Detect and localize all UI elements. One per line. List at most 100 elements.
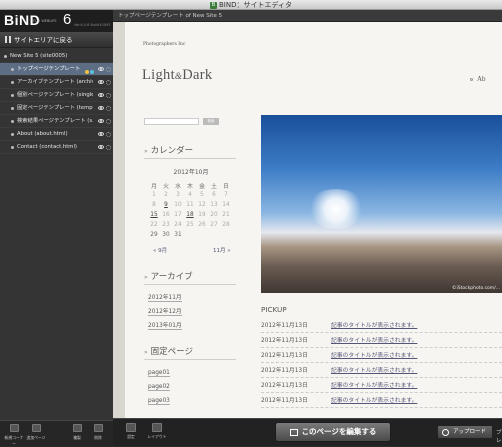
sidebar-item-label: 検索結果ページテンプレート (s... — [17, 118, 93, 124]
back-button-label: サイトエリアに戻る — [14, 36, 73, 44]
layout-button[interactable]: レイアウト — [145, 423, 169, 440]
gear-icon[interactable] — [106, 145, 111, 150]
status-dots — [84, 67, 94, 75]
brand-version: 6 — [63, 11, 72, 28]
calendar-day: 14 — [222, 202, 230, 208]
visibility-eye-icon[interactable] — [98, 67, 104, 71]
calendar-prev-link[interactable]: « 9月 — [153, 246, 167, 254]
window-title: BIND：サイトエディタ — [218, 1, 292, 9]
sidebar-item-search-template[interactable]: 検索結果ページテンプレート (s... — [0, 115, 113, 128]
archive-link[interactable]: 2012年11月 — [148, 292, 182, 302]
search-input[interactable] — [144, 118, 199, 125]
search-button[interactable]: 検索 — [203, 118, 219, 125]
archive-link[interactable]: 2012年12月 — [148, 306, 182, 316]
brand-subtitle: FOR WEBLIFE — [33, 19, 57, 23]
page-tree: New Site 5 (site0005) トップページテンプレート アーカイブ… — [0, 50, 113, 154]
sidebar-item-site[interactable]: New Site 5 (site0005) — [0, 50, 113, 63]
calendar-title: カレンダー — [144, 144, 194, 156]
archive-link[interactable]: 2013年01月 — [148, 320, 182, 330]
sidebar-item-label: New Site 5 (site0005) — [10, 53, 68, 59]
sidebar-item-archive-template[interactable]: アーカイブテンプレート (archiv... — [0, 76, 113, 89]
pickup-link[interactable]: 記事のタイトルが表示されます。 — [331, 335, 417, 344]
gear-icon[interactable] — [106, 93, 111, 98]
editor-area: トップページテンプレート of New Site 5 Photographers… — [113, 10, 502, 446]
gear-icon[interactable] — [106, 119, 111, 124]
edit-page-button[interactable]: このページを編集する — [275, 422, 391, 442]
fixed-pages-title: 固定ページ — [144, 345, 193, 357]
calendar-day-link[interactable]: 18 — [184, 210, 196, 220]
calendar-day-link[interactable]: 15 — [148, 210, 160, 220]
calendar-next-link[interactable]: 11月 » — [213, 246, 231, 254]
visibility-eye-icon[interactable] — [98, 106, 104, 110]
sidebar-item-single-template[interactable]: 個別ページテンプレート (single... — [0, 89, 113, 102]
gear-icon[interactable] — [106, 67, 111, 72]
calendar-day: 21 — [222, 212, 230, 218]
logo-word-light: Light — [142, 67, 175, 83]
back-icon — [5, 36, 11, 43]
calendar-day: 2 — [164, 192, 168, 198]
calendar: 2012年10月 月 火 水 木 金 土 日 1 2 3 4 5 6 7 8 9… — [148, 167, 238, 240]
delete-button[interactable]: 削除 — [87, 424, 109, 441]
sidebar-item-label: 個別ページテンプレート (single... — [17, 92, 93, 98]
visibility-eye-icon[interactable] — [98, 80, 104, 84]
upload-icon — [442, 429, 449, 436]
visibility-eye-icon[interactable] — [98, 119, 104, 123]
status-dot-icon — [90, 70, 94, 74]
calendar-day: 11 — [186, 202, 194, 208]
page-icon — [11, 81, 14, 84]
duplicate-button[interactable]: 複製 — [66, 424, 88, 441]
calendar-day-link[interactable]: 9 — [160, 200, 172, 210]
sidebar-item-fixed-template[interactable]: 固定ページテンプレート (templ... — [0, 102, 113, 115]
new-corner-button[interactable]: 新規コーナー — [3, 424, 25, 447]
calendar-day: 25 — [186, 222, 194, 228]
pickup-link[interactable]: 記事のタイトルが表示されます。 — [331, 380, 417, 389]
nav-link[interactable]: Ab — [470, 75, 486, 83]
calendar-day: 29 — [150, 232, 158, 238]
settings-label: 設定 — [127, 434, 135, 439]
add-page-label: 追加ページ — [26, 435, 46, 440]
delete-icon — [93, 424, 103, 432]
pickup-link[interactable]: 記事のタイトルが表示されます。 — [331, 395, 417, 404]
calendar-day: 7 — [224, 192, 228, 198]
sidebar-item-label: Contact (contact.html) — [17, 144, 77, 150]
window-titlebar: B BIND：サイトエディタ — [0, 0, 502, 10]
pickup-title: PICKUP — [261, 305, 287, 314]
fixed-page-link[interactable]: page02 — [148, 384, 170, 391]
upload-button[interactable]: アップロード — [437, 425, 493, 439]
calendar-day: 30 — [162, 232, 170, 238]
site-logo[interactable]: Light&Dark — [142, 67, 212, 84]
settings-button[interactable]: 設定 — [119, 423, 143, 440]
sidebar-item-about[interactable]: About (about.html) — [0, 128, 113, 141]
back-to-site-area-button[interactable]: サイトエリアに戻る — [0, 32, 113, 48]
calendar-day: 16 — [162, 212, 170, 218]
fixed-page-link[interactable]: page01 — [148, 370, 170, 377]
page-icon — [11, 107, 14, 110]
pickup-date: 2012年11月13日 — [261, 398, 308, 404]
preview-button[interactable]: プレ — [496, 428, 502, 444]
page-icon — [11, 120, 14, 123]
visibility-eye-icon[interactable] — [98, 132, 104, 136]
gear-icon[interactable] — [106, 106, 111, 111]
sidebar-item-label: トップページテンプレート — [17, 66, 81, 72]
gear-icon[interactable] — [106, 132, 111, 137]
sidebar-item-contact[interactable]: Contact (contact.html) — [0, 141, 113, 154]
layout-label: レイアウト — [147, 434, 167, 439]
archive-title: アーカイブ — [144, 270, 193, 282]
pickup-row: 2012年11月13日 記事のタイトルが表示されます。 — [261, 319, 502, 333]
sidebar-item-top-template[interactable]: トップページテンプレート — [0, 63, 113, 76]
pickup-link[interactable]: 記事のタイトルが表示されます。 — [331, 350, 417, 359]
calendar-day: 28 — [222, 222, 230, 228]
visibility-eye-icon[interactable] — [98, 145, 104, 149]
gear-icon[interactable] — [106, 80, 111, 85]
calendar-day: 17 — [174, 212, 182, 218]
calendar-day — [196, 230, 208, 240]
calendar-day: 5 — [200, 192, 204, 198]
pickup-link[interactable]: 記事のタイトルが表示されます。 — [331, 365, 417, 374]
sidebar: BiND FOR WEBLIFE 6 Ver.6.0.6 Build10093 … — [0, 10, 113, 446]
pickup-link[interactable]: 記事のタイトルが表示されます。 — [331, 320, 417, 329]
add-page-button[interactable]: 追加ページ — [25, 424, 47, 441]
fixed-page-link[interactable]: page03 — [148, 398, 170, 405]
add-page-icon — [31, 424, 41, 432]
weekday: 火 — [163, 183, 169, 190]
visibility-eye-icon[interactable] — [98, 93, 104, 97]
